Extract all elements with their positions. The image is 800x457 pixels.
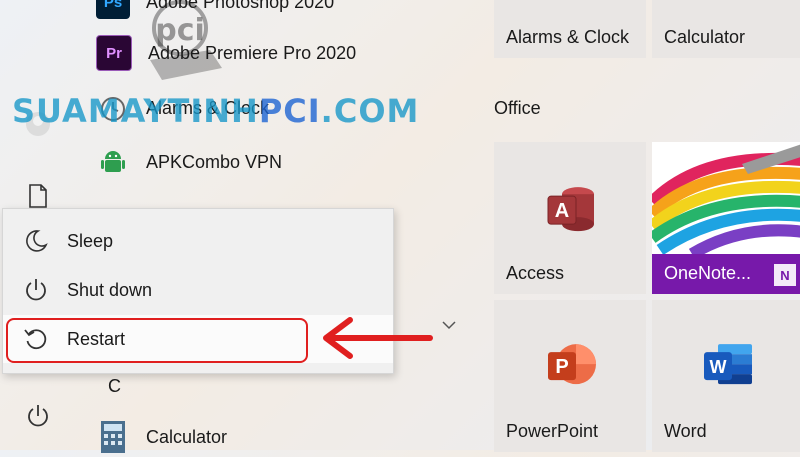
tile-alarms-clock[interactable]: Alarms & Clock — [494, 0, 646, 58]
svg-text:A: A — [555, 200, 569, 222]
arrow-left-icon — [316, 316, 434, 365]
photoshop-icon: Ps — [96, 0, 130, 19]
tile-onenote[interactable]: OneNote... N — [652, 142, 800, 294]
tile-label: Access — [506, 263, 565, 283]
android-icon — [96, 145, 130, 179]
shutdown-button[interactable]: Shut down — [3, 266, 393, 314]
svg-text:W: W — [710, 357, 727, 377]
power-icon — [21, 275, 51, 305]
restart-highlight-outline — [6, 318, 308, 363]
power-icon[interactable] — [24, 402, 52, 430]
group-header-office[interactable]: Office — [494, 98, 541, 119]
watermark-suffix: .COM — [320, 92, 420, 130]
onenote-icon: N — [774, 264, 796, 286]
watermark-brand: PCI — [258, 92, 321, 130]
access-icon: A — [542, 180, 598, 241]
moon-icon — [21, 226, 51, 256]
sleep-label: Sleep — [67, 230, 114, 251]
tile-label: Alarms & Clock — [506, 27, 630, 47]
app-label: APKCombo VPN — [146, 151, 283, 172]
list-item-premiere[interactable]: Pr Adobe Premiere Pro 2020 — [96, 33, 356, 73]
chevron-down-icon[interactable] — [440, 318, 458, 336]
tile-label: Word — [664, 421, 707, 441]
onenote-banner-art — [652, 142, 800, 260]
watermark-prefix: SUAMAYTINH — [12, 92, 259, 130]
list-item-photoshop[interactable]: Ps Adobe Photoshop 2020 — [96, 0, 334, 22]
section-letter-c[interactable]: C — [108, 376, 121, 397]
tile-word[interactable]: W Word — [652, 300, 800, 452]
tile-access[interactable]: A Access — [494, 142, 646, 294]
app-label: Adobe Photoshop 2020 — [146, 0, 335, 12]
app-label: Calculator — [146, 426, 228, 447]
documents-icon[interactable] — [24, 182, 52, 210]
app-label: Adobe Premiere Pro 2020 — [148, 42, 357, 63]
shutdown-label: Shut down — [67, 279, 153, 300]
calculator-icon — [713, 0, 743, 7]
tile-label: Calculator — [664, 27, 746, 47]
list-item-calculator[interactable]: Calculator — [96, 417, 227, 457]
tile-label: OneNote... — [664, 263, 752, 283]
tile-powerpoint[interactable]: P PowerPoint — [494, 300, 646, 452]
premiere-icon: Pr — [96, 35, 132, 71]
word-icon: W — [700, 338, 756, 399]
calculator-icon — [96, 420, 130, 454]
sleep-button[interactable]: Sleep — [3, 217, 393, 265]
tile-calculator[interactable]: Calculator — [652, 0, 800, 58]
watermark-text: SUAMAYTINHPCI.COM — [12, 92, 419, 130]
list-item-apkcombo[interactable]: APKCombo VPN — [96, 142, 282, 182]
svg-text:P: P — [555, 356, 568, 378]
alarm-clock-icon — [550, 0, 590, 7]
tile-label: PowerPoint — [506, 421, 599, 441]
powerpoint-icon: P — [542, 338, 598, 399]
